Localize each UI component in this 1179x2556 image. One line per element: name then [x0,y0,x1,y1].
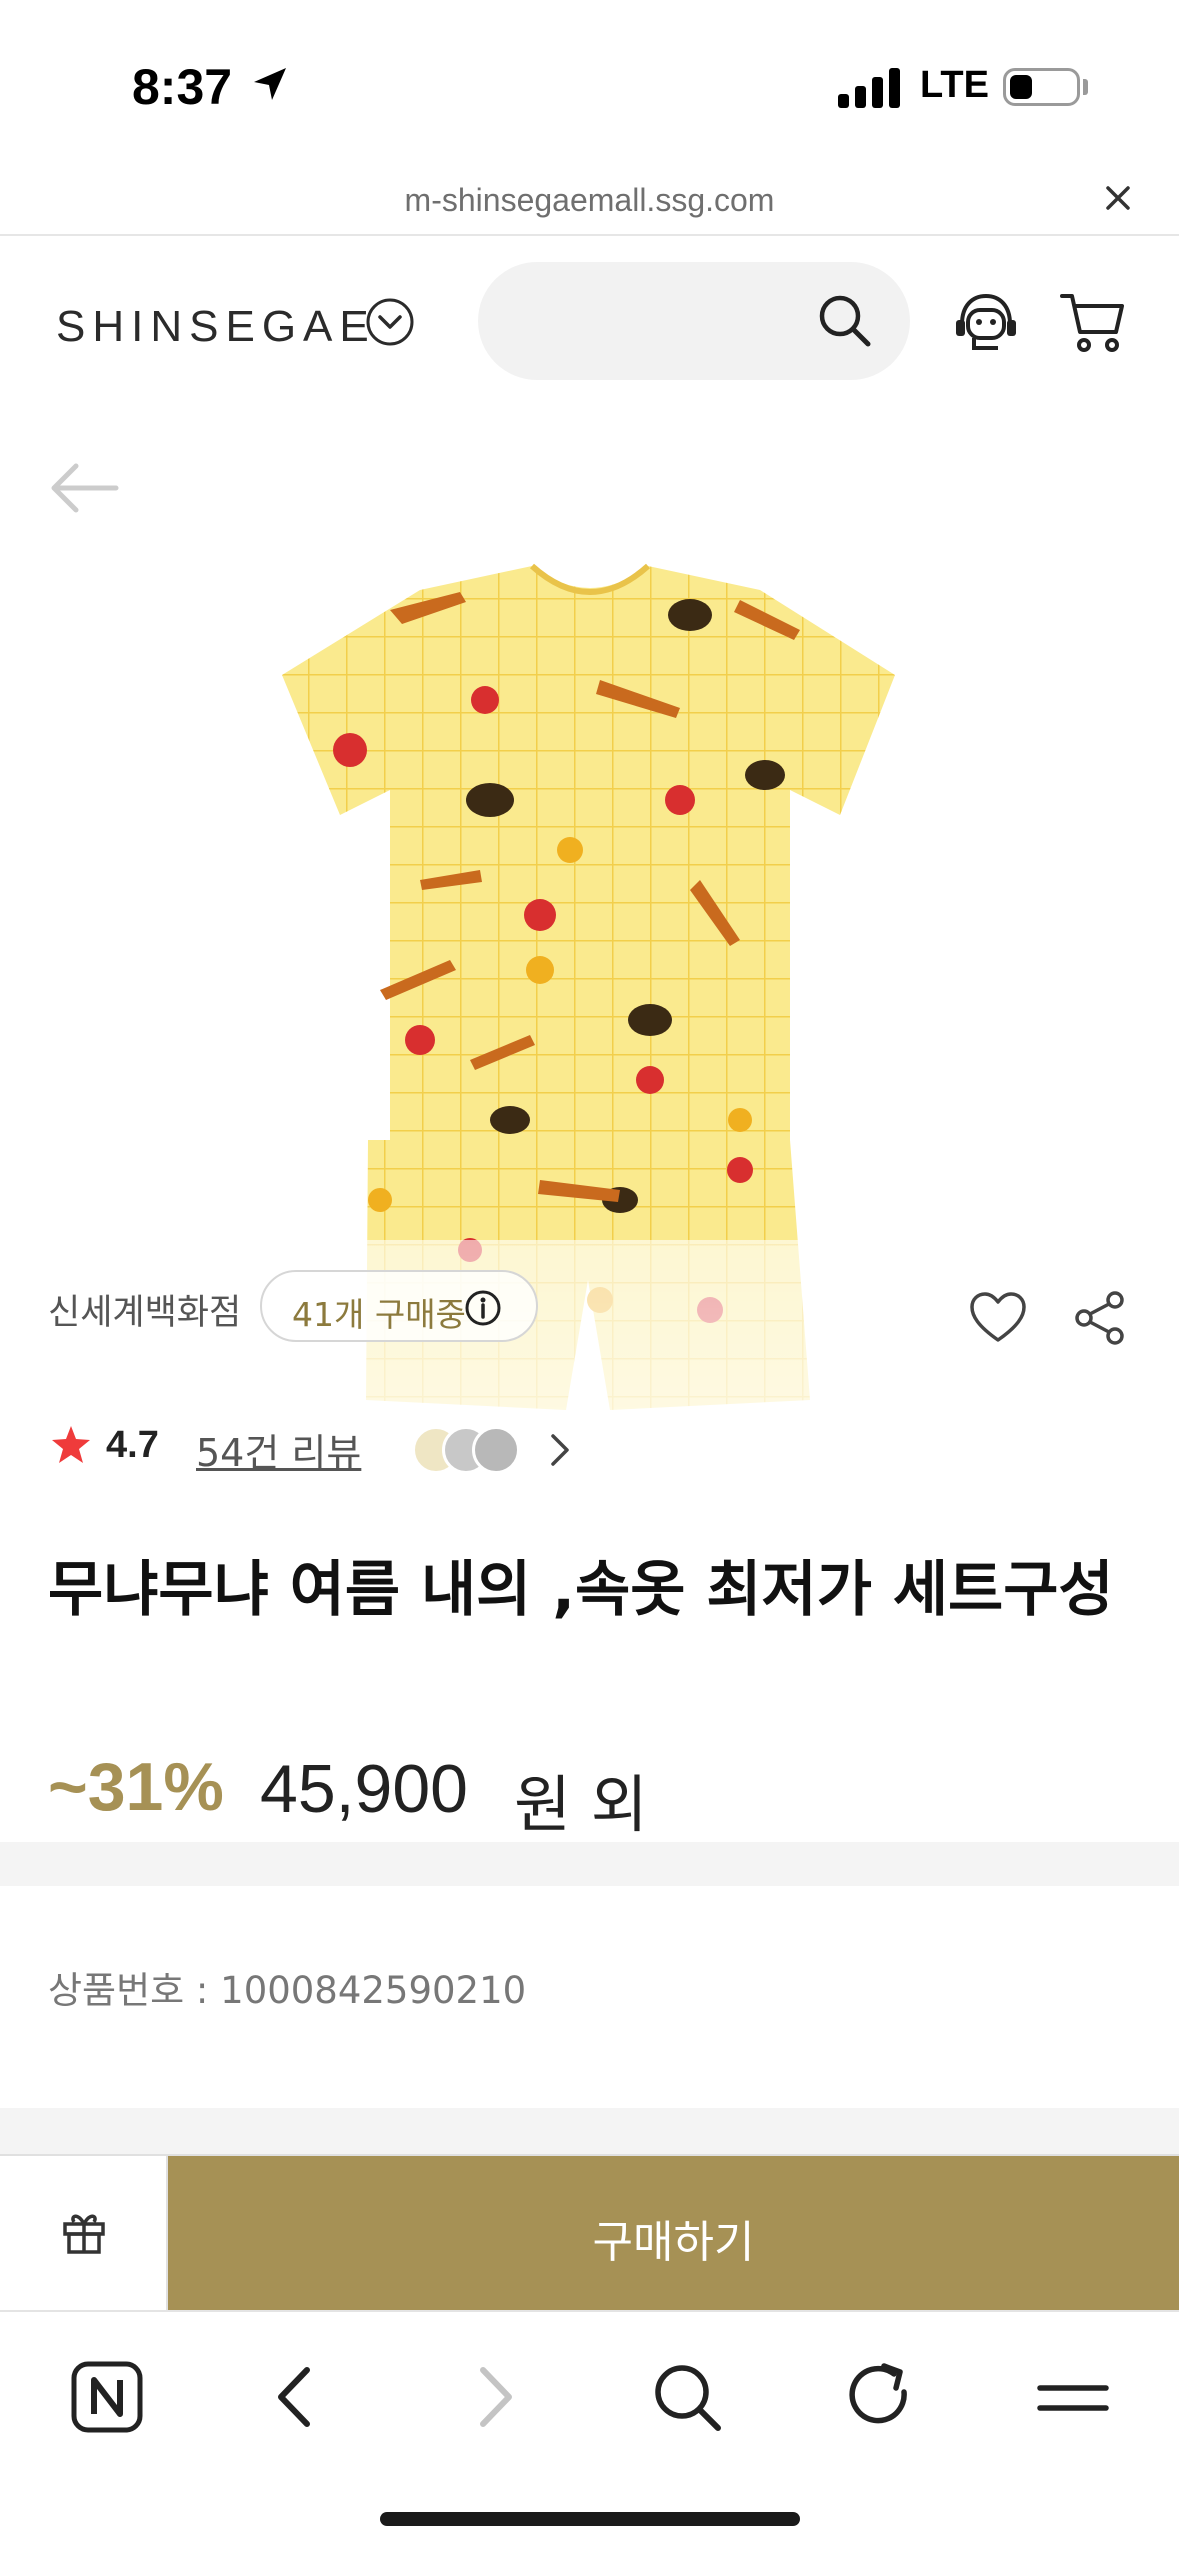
back-arrow-icon[interactable] [46,458,120,518]
store-row: 신세계백화점 41개 구매중 [0,1262,1179,1352]
naver-home-icon[interactable] [62,2352,152,2442]
buy-bar: 구매하기 [0,2154,1179,2310]
site-header: SHINSEGAE [0,238,1179,408]
menu-icon[interactable] [1028,2352,1118,2442]
forward-icon[interactable] [447,2352,537,2442]
home-indicator[interactable] [380,2512,800,2526]
location-arrow-icon [254,68,286,100]
status-time: 8:37 [132,59,233,115]
price-row: ~31% 45,900 원 외 [48,1748,1148,1841]
info-icon [465,1290,501,1326]
price-value: 45,900 [260,1751,468,1827]
gift-icon [63,2214,105,2254]
heart-icon[interactable] [968,1290,1028,1346]
browser-toolbar [0,2310,1179,2480]
chevron-down-icon[interactable] [364,296,416,348]
star-icon [52,1426,90,1463]
rating-value: 4.7 [106,1424,159,1466]
review-row: 4.7 54건 리뷰 [0,1410,1179,1490]
back-icon[interactable] [253,2352,343,2442]
status-bar: 8:37 LTE [0,0,1179,160]
close-icon[interactable] [1100,180,1136,216]
signal-icon [838,68,902,108]
shinsegae-logo[interactable]: SHINSEGAE [56,302,376,352]
section-divider [0,2108,1179,2154]
battery-cap [1083,79,1088,95]
headset-icon[interactable] [950,288,1022,360]
search-icon[interactable] [642,2352,732,2442]
buy-button-label: 구매하기 [592,2217,755,2268]
chevron-right-icon[interactable] [548,1432,572,1468]
product-title: 무냐무냐 여름 내의 ,속옷 최저가 세트구성 [48,1555,1114,1625]
section-divider [0,1842,1179,1886]
gift-button[interactable] [0,2156,168,2310]
buy-button[interactable]: 구매하기 [168,2156,1179,2310]
url-bar[interactable]: m-shinsegaemall.ssg.com [0,160,1179,236]
review-thumbnails[interactable] [412,1422,542,1478]
store-name[interactable]: 신세계백화점 [48,1284,241,1335]
page: 8:37 LTE m-shinsegaemall.ssg.com SHINSEG… [0,0,1179,2556]
cart-icon[interactable] [1058,290,1128,356]
review-link[interactable]: 54건 리뷰 [196,1422,361,1477]
battery-icon [1003,68,1080,106]
network-label: LTE [920,64,989,106]
discount-rate: ~31% [48,1749,224,1825]
buyers-chip-label: 41개 구매중 [292,1295,466,1334]
refresh-icon[interactable] [834,2352,924,2442]
price-suffix: 원 외 [514,1768,648,1841]
url-text[interactable]: m-shinsegaemall.ssg.com [0,182,1179,219]
product-number: 상품번호 : 1000842590210 [48,1969,527,2012]
buyers-chip[interactable]: 41개 구매중 [260,1270,538,1342]
search-icon[interactable] [816,292,874,350]
share-icon[interactable] [1072,1290,1128,1346]
